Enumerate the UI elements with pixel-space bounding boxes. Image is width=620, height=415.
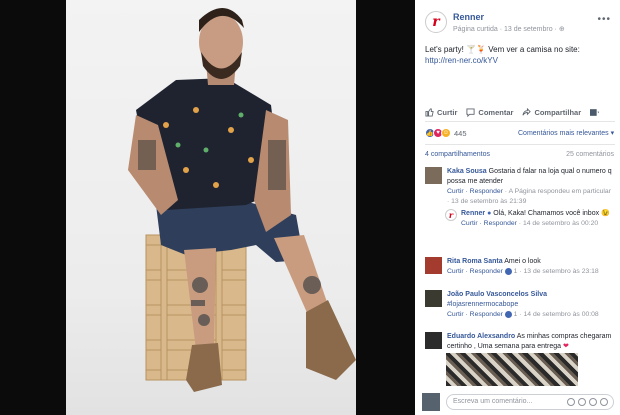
heart-icon: ❤ bbox=[562, 343, 569, 350]
comment-icon bbox=[466, 107, 475, 117]
gif-icon[interactable] bbox=[589, 398, 597, 406]
commenter-name[interactable]: João Paulo Vasconcelos Silva bbox=[447, 291, 547, 298]
commenter-name[interactable]: Rita Roma Santa bbox=[447, 258, 503, 265]
divider bbox=[425, 144, 615, 145]
comment-body: João Paulo Vasconcelos Silva #lojasrenne… bbox=[447, 290, 612, 320]
avatar[interactable] bbox=[425, 257, 442, 274]
commenter-name[interactable]: Eduardo Alexsandro bbox=[447, 333, 515, 340]
like-button[interactable]: Curtir bbox=[425, 108, 457, 117]
comment-meta: Curtir · Responder · 14 de setembro às 0… bbox=[461, 219, 611, 229]
comment-timestamp: 1 · 14 de setembro às 00:08 bbox=[511, 311, 599, 318]
post-link[interactable]: http://ren-ner.co/kYV bbox=[425, 55, 615, 66]
verified-icon: ● bbox=[487, 210, 492, 217]
emoji-icon[interactable] bbox=[567, 398, 575, 406]
like-count-icon bbox=[504, 310, 512, 318]
brand-logo-letter: r bbox=[432, 14, 440, 30]
hashtag-link[interactable]: #lojasrennermocabope bbox=[447, 300, 612, 310]
comment-timestamp: · 14 de setembro às 00:20 bbox=[516, 220, 599, 227]
camera-icon[interactable] bbox=[578, 398, 586, 406]
brand-logo-letter: r bbox=[448, 210, 454, 220]
divider bbox=[425, 121, 615, 122]
avatar[interactable] bbox=[425, 167, 442, 184]
comment-body: Renner ● Olá, Kaka! Chamamos você inbox … bbox=[461, 209, 611, 229]
composer-icons bbox=[564, 398, 608, 406]
globe-icon: ⊕ bbox=[558, 26, 565, 33]
avatar[interactable] bbox=[425, 332, 442, 349]
comment-actions[interactable]: Curtir · Responder bbox=[447, 268, 503, 275]
share-button[interactable]: Compartilhar bbox=[522, 107, 582, 117]
reactions-count: 445 bbox=[454, 128, 467, 138]
comments-count[interactable]: 25 comentários bbox=[566, 151, 614, 158]
comment-label: Comentar bbox=[478, 107, 514, 117]
comment-input[interactable]: Escreva um comentário... bbox=[446, 394, 614, 410]
post-header: r Renner Página curtida · 13 de setembro… bbox=[425, 10, 615, 40]
share-label: Compartilhar bbox=[534, 107, 582, 117]
comment-input-placeholder: Escreva um comentário... bbox=[453, 398, 533, 405]
comment-timestamp: 1 · 13 de setembro às 23:18 bbox=[511, 268, 599, 275]
comment-composer: Escreva um comentário... bbox=[422, 392, 615, 412]
reactions-summary[interactable]: 👍 ♥ ☺ 445 bbox=[425, 128, 467, 138]
like-count-icon bbox=[504, 267, 512, 275]
share-icon bbox=[522, 107, 532, 115]
comment-text: Amei o look bbox=[504, 258, 541, 265]
comment-actions[interactable]: Curtir · Responder bbox=[461, 220, 517, 227]
comment-photo-attachment[interactable] bbox=[446, 353, 578, 386]
page-avatar[interactable]: r bbox=[425, 11, 447, 33]
comment-meta: Curtir · Responder 1 · 13 de setembro às… bbox=[447, 267, 612, 277]
comment-meta: Curtir · Responder 1 · 14 de setembro às… bbox=[447, 310, 612, 320]
comment-body: Rita Roma Santa Amei o look Curtir · Res… bbox=[447, 257, 612, 277]
more-options-icon[interactable]: ••• bbox=[597, 14, 611, 25]
comment-button[interactable]: Comentar bbox=[466, 108, 513, 117]
post-actions: Curtir Comentar Compartilhar bbox=[425, 104, 615, 120]
comment-meta: Curtir · Responder · A Página respondeu … bbox=[447, 187, 612, 207]
like-label: Curtir bbox=[437, 107, 458, 117]
page-name[interactable]: Renner bbox=[453, 12, 484, 22]
comment-actions[interactable]: Curtir · Responder bbox=[447, 188, 503, 195]
photo-viewer bbox=[0, 0, 415, 415]
commenter-name[interactable]: Kaka Sousa bbox=[447, 168, 487, 175]
avatar bbox=[422, 393, 440, 411]
avatar[interactable] bbox=[425, 290, 442, 307]
post-meta-text: Página curtida · 13 de setembro · bbox=[453, 26, 559, 33]
comment-actions[interactable]: Curtir · Responder bbox=[447, 311, 503, 318]
shares-count[interactable]: 4 compartilhamentos bbox=[425, 151, 490, 158]
post-text: Let's party! 🍸🍹 Vem ver a camisa no site… bbox=[425, 44, 615, 66]
post-meta: Página curtida · 13 de setembro · ⊕ bbox=[453, 25, 565, 33]
audience-selector[interactable] bbox=[590, 108, 603, 117]
comment-text: Olá, Kaka! Chamamos você inbox 😉 bbox=[493, 210, 610, 217]
commenter-name[interactable]: Renner bbox=[461, 210, 485, 217]
comment-body: Kaka Sousa Gostaria d falar na loja qual… bbox=[447, 167, 612, 207]
comment-body: Eduardo Alexsandro As minhas compras che… bbox=[447, 332, 612, 352]
post-caption: Let's party! 🍸🍹 Vem ver a camisa no site… bbox=[425, 45, 580, 54]
page-thumbnail-icon bbox=[590, 108, 600, 116]
thumbs-up-icon bbox=[425, 107, 434, 117]
post-photo[interactable] bbox=[66, 0, 356, 415]
sticker-icon[interactable] bbox=[600, 398, 608, 406]
avatar[interactable]: r bbox=[445, 209, 457, 221]
comment-sort-dropdown[interactable]: Comentários mais relevantes ▾ bbox=[518, 129, 614, 137]
wow-reaction-icon: ☺ bbox=[441, 128, 451, 138]
